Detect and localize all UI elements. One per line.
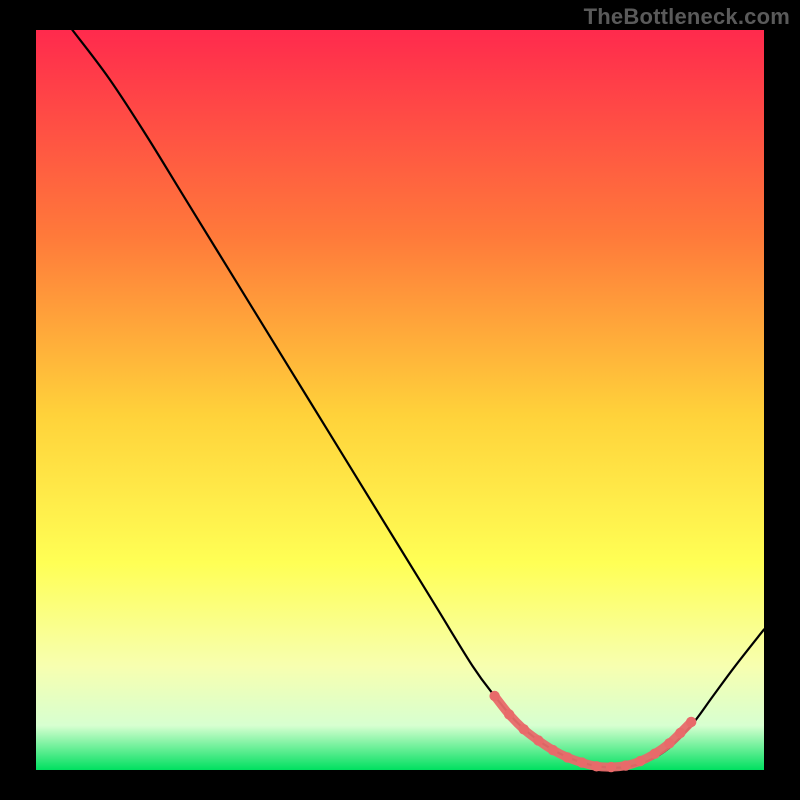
optimal-range-dot <box>489 691 499 701</box>
optimal-range-dot <box>504 709 514 719</box>
optimal-range-dot <box>650 749 660 759</box>
optimal-range-dot <box>533 735 543 745</box>
optimal-range-dot <box>562 752 572 762</box>
optimal-range-dot <box>664 738 674 748</box>
optimal-range-dot <box>635 756 645 766</box>
optimal-range-dot <box>519 724 529 734</box>
optimal-range-dot <box>686 717 696 727</box>
bottleneck-chart <box>0 0 800 800</box>
optimal-range-dot <box>620 760 630 770</box>
plot-area <box>36 30 764 770</box>
chart-frame: TheBottleneck.com <box>0 0 800 800</box>
optimal-range-dot <box>591 761 601 771</box>
optimal-range-dot <box>606 762 616 772</box>
optimal-range-dot <box>548 745 558 755</box>
watermark-text: TheBottleneck.com <box>584 4 790 30</box>
optimal-range-dot <box>675 728 685 738</box>
optimal-range-dot <box>577 757 587 767</box>
